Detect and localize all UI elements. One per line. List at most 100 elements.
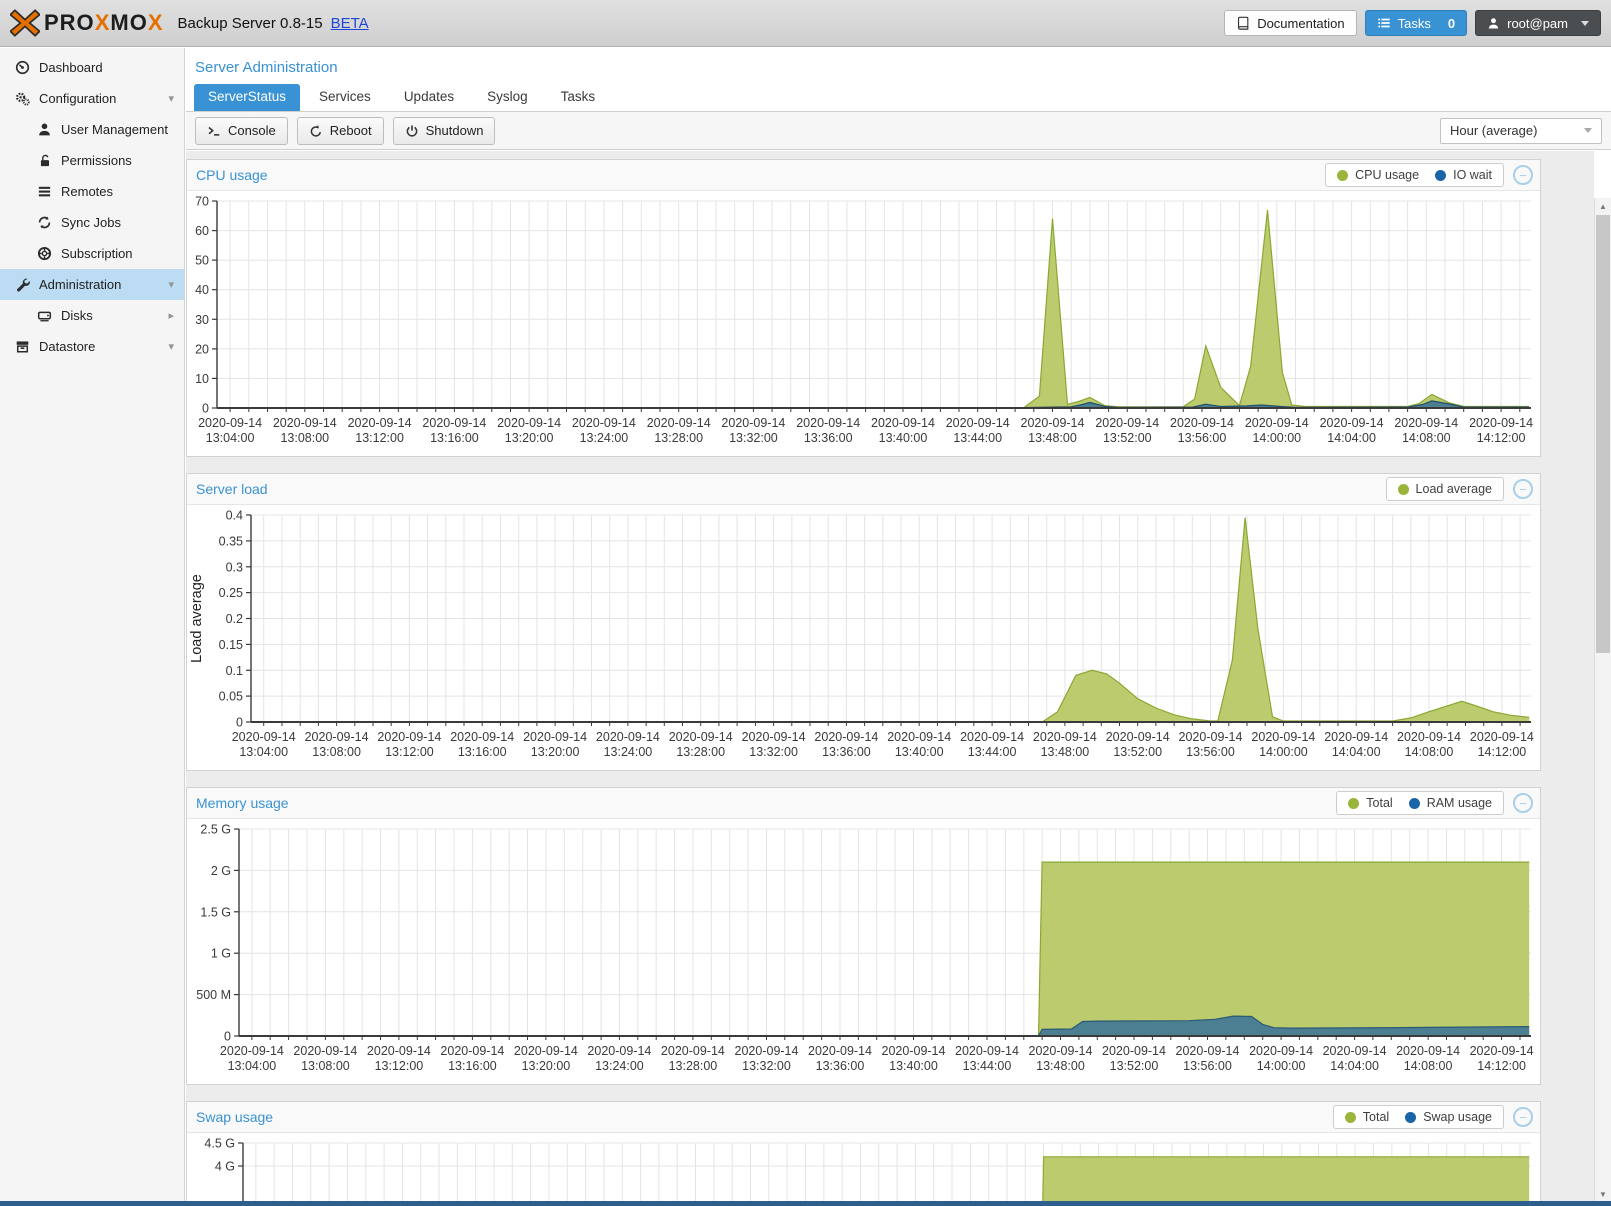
svg-text:2020-09-14: 2020-09-14 — [273, 416, 337, 430]
chart-server-load: 00.050.10.150.20.250.30.350.42020-09-141… — [187, 505, 1539, 767]
beta-link[interactable]: BETA — [331, 15, 369, 32]
tab-updates[interactable]: Updates — [390, 84, 468, 111]
legend-label: Load average — [1416, 482, 1492, 496]
svg-text:0: 0 — [202, 402, 209, 416]
svg-text:2020-09-14: 2020-09-14 — [1324, 730, 1388, 744]
collapse-panel-icon[interactable]: − — [1513, 479, 1533, 499]
sidebar-item-subscription[interactable]: Subscription — [0, 238, 184, 269]
legend-dot-icon — [1435, 170, 1446, 181]
svg-text:13:40:00: 13:40:00 — [895, 745, 944, 759]
tab-services[interactable]: Services — [305, 84, 385, 111]
main-area: Server Administration ServerStatusServic… — [186, 48, 1611, 1206]
legend-dot-icon — [1405, 1112, 1416, 1123]
svg-text:2020-09-14: 2020-09-14 — [735, 1044, 799, 1058]
scroll-up-arrow[interactable]: ▲ — [1595, 200, 1611, 214]
tab-tasks[interactable]: Tasks — [547, 84, 610, 111]
documentation-button[interactable]: Documentation — [1224, 10, 1356, 36]
svg-text:13:36:00: 13:36:00 — [822, 745, 871, 759]
svg-text:20: 20 — [195, 342, 209, 356]
sidebar-item-datastore[interactable]: Datastore▾ — [0, 331, 184, 362]
svg-text:14:04:00: 14:04:00 — [1330, 1059, 1379, 1073]
sidebar-item-configuration[interactable]: Configuration▾ — [0, 83, 184, 114]
collapse-panel-icon[interactable]: − — [1513, 1107, 1533, 1127]
sidebar-item-label: User Management — [61, 122, 168, 137]
svg-text:13:04:00: 13:04:00 — [228, 1059, 277, 1073]
chevron-down-icon: ▾ — [168, 278, 174, 291]
svg-text:2020-09-14: 2020-09-14 — [721, 416, 785, 430]
legend-item[interactable]: IO wait — [1435, 168, 1492, 182]
vertical-scrollbar[interactable]: ▲ ▼ — [1594, 198, 1611, 1206]
sidebar: DashboardConfiguration▾ User Management Pe… — [0, 48, 185, 1206]
tasks-button[interactable]: Tasks 0 — [1365, 10, 1467, 36]
panel-title: CPU usage — [196, 167, 1325, 183]
chevron-down-icon: ▾ — [168, 340, 174, 353]
svg-text:2020-09-14: 2020-09-14 — [1095, 416, 1159, 430]
svg-text:2020-09-14: 2020-09-14 — [796, 416, 860, 430]
svg-text:50: 50 — [195, 254, 209, 268]
reboot-button[interactable]: Reboot — [297, 117, 384, 145]
svg-text:13:24:00: 13:24:00 — [580, 431, 629, 445]
svg-text:13:48:00: 13:48:00 — [1041, 745, 1090, 759]
svg-text:13:16:00: 13:16:00 — [448, 1059, 497, 1073]
scrollbar-thumb[interactable] — [1596, 215, 1610, 653]
legend-item[interactable]: Load average — [1398, 482, 1492, 496]
svg-text:13:04:00: 13:04:00 — [206, 431, 255, 445]
sidebar-item-dashboard[interactable]: Dashboard — [0, 52, 184, 83]
svg-text:13:40:00: 13:40:00 — [889, 1059, 938, 1073]
panel-title: Memory usage — [196, 795, 1336, 811]
svg-text:500 M: 500 M — [196, 988, 231, 1002]
sidebar-item-user-management[interactable]: User Management — [0, 114, 184, 145]
svg-text:2020-09-14: 2020-09-14 — [587, 1044, 651, 1058]
legend-dot-icon — [1337, 170, 1348, 181]
legend-item[interactable]: Total — [1348, 796, 1392, 810]
proxmox-logo: PROXMOX — [10, 8, 164, 38]
tab-serverstatus[interactable]: ServerStatus — [194, 84, 300, 111]
collapse-panel-icon[interactable]: − — [1513, 165, 1533, 185]
user-menu-button[interactable]: root@pam — [1475, 10, 1601, 36]
sidebar-item-administration[interactable]: Administration▾ — [0, 269, 184, 300]
logo-letter: X — [148, 10, 164, 35]
svg-text:2020-09-14: 2020-09-14 — [1470, 1044, 1534, 1058]
legend-label: Total — [1363, 1110, 1389, 1124]
lifering-icon — [34, 246, 54, 261]
svg-text:2020-09-14: 2020-09-14 — [1469, 416, 1533, 430]
svg-text:13:08:00: 13:08:00 — [301, 1059, 350, 1073]
svg-text:70: 70 — [195, 195, 209, 209]
legend-item[interactable]: CPU usage — [1337, 168, 1419, 182]
panel-server-load: Server loadLoad average−00.050.10.150.20… — [186, 473, 1541, 771]
sidebar-item-permissions[interactable]: Permissions — [0, 145, 184, 176]
svg-text:14:00:00: 14:00:00 — [1252, 431, 1301, 445]
collapse-panel-icon[interactable]: − — [1513, 793, 1533, 813]
legend-item[interactable]: Swap usage — [1405, 1110, 1492, 1124]
tab-syslog[interactable]: Syslog — [473, 84, 542, 111]
legend-item[interactable]: RAM usage — [1409, 796, 1492, 810]
svg-text:2020-09-14: 2020-09-14 — [1249, 1044, 1313, 1058]
svg-text:13:32:00: 13:32:00 — [729, 431, 778, 445]
svg-text:13:20:00: 13:20:00 — [531, 745, 580, 759]
svg-text:13:24:00: 13:24:00 — [595, 1059, 644, 1073]
svg-text:1.5 G: 1.5 G — [200, 905, 231, 919]
svg-text:13:52:00: 13:52:00 — [1110, 1059, 1159, 1073]
sidebar-item-disks[interactable]: Disks▸ — [0, 300, 184, 331]
timeframe-select[interactable]: Hour (average) — [1440, 118, 1602, 144]
list-icon — [34, 184, 54, 199]
svg-text:30: 30 — [195, 313, 209, 327]
scroll-down-arrow[interactable]: ▼ — [1595, 1188, 1611, 1202]
svg-text:14:08:00: 14:08:00 — [1402, 431, 1451, 445]
svg-text:2020-09-14: 2020-09-14 — [669, 730, 733, 744]
legend-item[interactable]: Total — [1345, 1110, 1389, 1124]
sidebar-item-remotes[interactable]: Remotes — [0, 176, 184, 207]
svg-text:13:32:00: 13:32:00 — [742, 1059, 791, 1073]
svg-text:1 G: 1 G — [211, 947, 231, 961]
console-button[interactable]: Console — [195, 117, 288, 145]
svg-text:2020-09-14: 2020-09-14 — [661, 1044, 725, 1058]
sidebar-item-sync-jobs[interactable]: Sync Jobs — [0, 207, 184, 238]
svg-text:2020-09-14: 2020-09-14 — [1397, 730, 1461, 744]
sidebar-item-label: Sync Jobs — [61, 215, 121, 230]
svg-text:0.4: 0.4 — [226, 509, 243, 523]
svg-text:2020-09-14: 2020-09-14 — [946, 416, 1010, 430]
shutdown-button[interactable]: Shutdown — [393, 117, 496, 145]
svg-text:2020-09-14: 2020-09-14 — [367, 1044, 431, 1058]
page-title: Server Administration — [186, 48, 1611, 82]
svg-text:13:52:00: 13:52:00 — [1103, 431, 1152, 445]
